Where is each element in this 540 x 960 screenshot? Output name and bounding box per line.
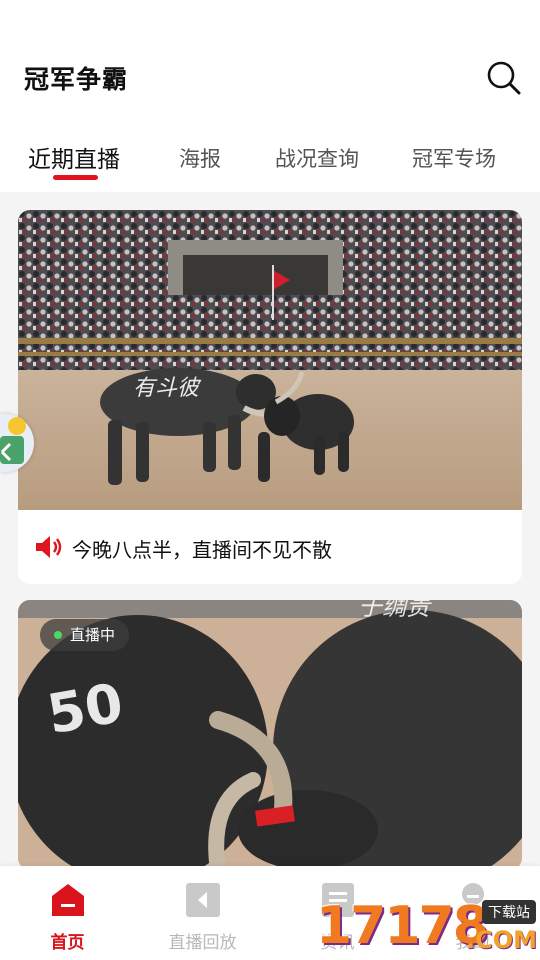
home-icon [52,884,84,916]
nav-home[interactable]: 首页 [0,866,135,960]
floating-widget[interactable] [0,414,34,472]
live-card[interactable]: 有斗彼 今晚八点半，直播间不见不散 [18,210,522,584]
playback-icon [186,883,220,917]
tab-champion-special[interactable]: 冠军专场 [412,143,496,173]
notice-bar: 今晚八点半，直播间不见不散 [18,510,522,584]
speaker-icon [36,536,62,558]
header: 冠军争霸 近期直播 海报 战况查询 冠军专场 [0,0,540,192]
tab-recent-live[interactable]: 近期直播 [28,140,120,174]
watermark-digits: 17178 [316,896,489,956]
live-dot-icon [54,631,62,639]
svg-text:于绸贵: 于绸贵 [358,600,432,621]
nav-home-label: 首页 [50,933,85,953]
tab-posters[interactable]: 海报 [179,143,221,173]
app-float-icon [0,417,26,464]
site-watermark: 17178 .COM 下载站 [316,896,540,960]
bull-number-label: 50 [43,671,128,746]
search-button[interactable] [486,60,522,96]
nav-playback-label: 直播回放 [168,933,237,953]
live-status-badge: 直播中 [40,619,130,651]
nav-playback[interactable]: 直播回放 [135,866,270,960]
watermark-domain: .COM [466,926,538,954]
live-card[interactable]: 50 于绸贵 直播中 [18,600,522,870]
bullfight-arena-image: 有斗彼 [18,210,522,510]
svg-text:有斗彼: 有斗彼 [133,376,202,401]
active-tab-indicator [53,175,98,180]
live-status-label: 直播中 [70,626,116,644]
watermark-site: 下载站 [482,900,536,924]
tab-battle-results[interactable]: 战况查询 [275,143,359,173]
search-icon [487,61,521,95]
notice-text: 今晚八点半，直播间不见不散 [72,538,332,562]
page-title: 冠军争霸 [24,65,129,94]
